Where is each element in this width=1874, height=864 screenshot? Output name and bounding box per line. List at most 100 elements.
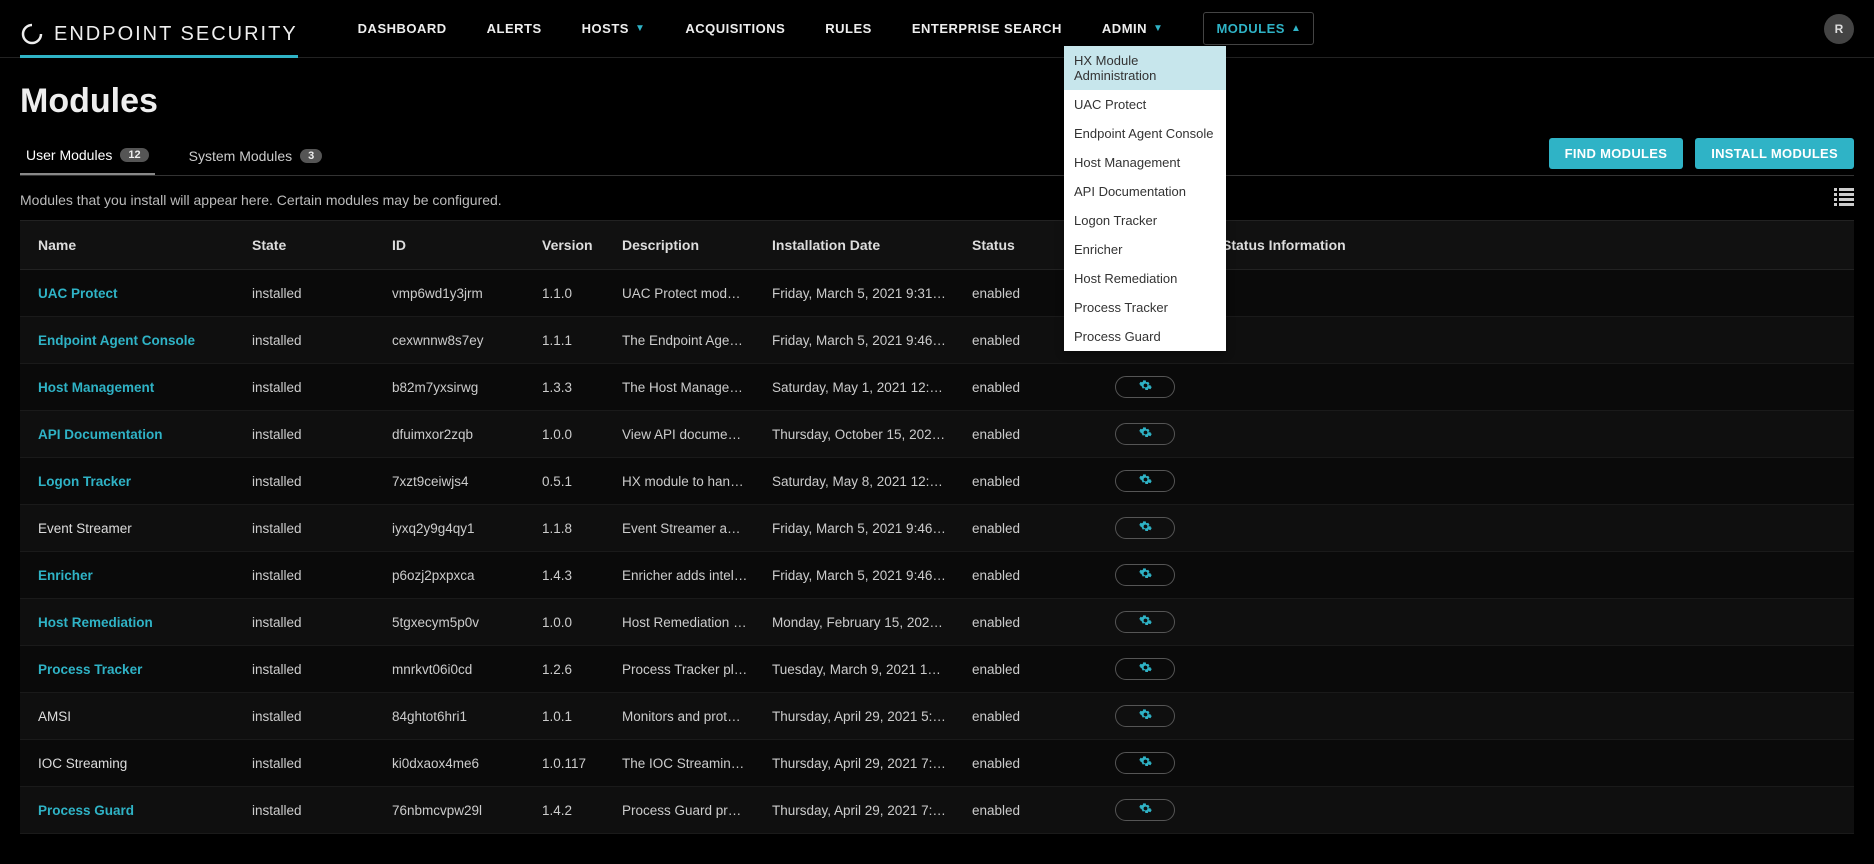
table-row: Enricherinstalledp6ozj2pxpxca1.4.3Enrich…	[20, 552, 1854, 599]
cell-id: dfuimxor2zqb	[380, 411, 530, 458]
gear-icon	[1139, 520, 1152, 536]
tab-system-modules[interactable]: System Modules 3	[183, 137, 329, 175]
th-name[interactable]: Name	[20, 221, 240, 270]
th-version[interactable]: Version	[530, 221, 610, 270]
gear-button[interactable]	[1115, 517, 1175, 539]
cell-status: enabled	[960, 646, 1080, 693]
gear-button[interactable]	[1115, 705, 1175, 727]
cell-status-info	[1210, 693, 1854, 740]
cell-status: enabled	[960, 317, 1080, 364]
nav-modules[interactable]: MODULES▲	[1203, 12, 1314, 45]
find-modules-button[interactable]: FIND MODULES	[1549, 138, 1684, 169]
cell-id: p6ozj2pxpxca	[380, 552, 530, 599]
cell-version: 1.1.1	[530, 317, 610, 364]
cell-install-date: Friday, March 5, 2021 9:46 AM G...	[760, 505, 960, 552]
dropdown-item-enricher[interactable]: Enricher	[1064, 235, 1226, 264]
module-name[interactable]: Endpoint Agent Console	[38, 333, 195, 348]
list-view-icon[interactable]	[1834, 188, 1854, 212]
module-name[interactable]: Logon Tracker	[38, 474, 131, 489]
cell-install-date: Saturday, May 1, 2021 12:37 PM ...	[760, 364, 960, 411]
cell-description: Host Remediation m...	[610, 599, 760, 646]
chevron-up-icon: ▲	[1291, 23, 1301, 34]
th-install-date[interactable]: Installation Date	[760, 221, 960, 270]
cell-install-date: Monday, February 15, 2021 10:22...	[760, 599, 960, 646]
cell-version: 1.3.3	[530, 364, 610, 411]
cell-status: enabled	[960, 787, 1080, 834]
th-status-info[interactable]: Status Information	[1210, 221, 1854, 270]
gear-button[interactable]	[1115, 423, 1175, 445]
gear-button[interactable]	[1115, 611, 1175, 633]
install-modules-button[interactable]: INSTALL MODULES	[1695, 138, 1854, 169]
cell-version: 1.0.117	[530, 740, 610, 787]
cell-status: enabled	[960, 505, 1080, 552]
nav-hosts[interactable]: HOSTS▼	[582, 21, 646, 36]
cell-install-date: Thursday, April 29, 2021 7:08 PM ...	[760, 787, 960, 834]
module-name[interactable]: Process Guard	[38, 803, 134, 818]
cell-install-date: Thursday, October 15, 2020 1:47 ...	[760, 411, 960, 458]
cell-status-info	[1210, 787, 1854, 834]
brand: ENDPOINT SECURITY	[20, 0, 298, 58]
module-name[interactable]: API Documentation	[38, 427, 163, 442]
nav-acquisitions[interactable]: ACQUISITIONS	[685, 21, 785, 36]
module-name[interactable]: UAC Protect	[38, 286, 118, 301]
nav-rules[interactable]: RULES	[825, 21, 872, 36]
th-status[interactable]: Status	[960, 221, 1080, 270]
helper-text: Modules that you install will appear her…	[20, 192, 502, 208]
gear-icon	[1139, 379, 1152, 395]
dropdown-item-endpoint-agent[interactable]: Endpoint Agent Console	[1064, 119, 1226, 148]
module-name[interactable]: Host Management	[38, 380, 154, 395]
th-id[interactable]: ID	[380, 221, 530, 270]
cell-action	[1080, 505, 1210, 552]
cell-install-date: Saturday, May 8, 2021 12:02 AM ...	[760, 458, 960, 505]
table-row: Host Managementinstalledb82m7yxsirwg1.3.…	[20, 364, 1854, 411]
table-row: Host Remediationinstalled5tgxecym5p0v1.0…	[20, 599, 1854, 646]
gear-button[interactable]	[1115, 658, 1175, 680]
dropdown-item-host-mgmt[interactable]: Host Management	[1064, 148, 1226, 177]
cell-install-date: Thursday, April 29, 2021 7:05 PM ...	[760, 740, 960, 787]
th-state[interactable]: State	[240, 221, 380, 270]
cell-action	[1080, 552, 1210, 599]
helper-row: Modules that you install will appear her…	[20, 188, 1854, 212]
cell-status: enabled	[960, 740, 1080, 787]
tab-user-modules[interactable]: User Modules 12	[20, 137, 155, 175]
cell-install-date: Friday, March 5, 2021 9:31 AM G...	[760, 270, 960, 317]
gear-button[interactable]	[1115, 752, 1175, 774]
dropdown-item-process-tracker[interactable]: Process Tracker	[1064, 293, 1226, 322]
cell-status: enabled	[960, 364, 1080, 411]
th-description[interactable]: Description	[610, 221, 760, 270]
module-name[interactable]: Process Tracker	[38, 662, 142, 677]
gear-button[interactable]	[1115, 799, 1175, 821]
nav-enterprise-search[interactable]: ENTERPRISE SEARCH	[912, 21, 1062, 36]
module-name[interactable]: Host Remediation	[38, 615, 153, 630]
gear-button[interactable]	[1115, 564, 1175, 586]
cell-status: enabled	[960, 411, 1080, 458]
tab-badge: 12	[120, 148, 148, 162]
gear-button[interactable]	[1115, 376, 1175, 398]
cell-install-date: Friday, March 5, 2021 9:46 AM G...	[760, 552, 960, 599]
dropdown-item-api-docs[interactable]: API Documentation	[1064, 177, 1226, 206]
dropdown-item-logon-tracker[interactable]: Logon Tracker	[1064, 206, 1226, 235]
brand-text: ENDPOINT SECURITY	[54, 23, 298, 46]
cell-action	[1080, 411, 1210, 458]
dropdown-item-host-remediation[interactable]: Host Remediation	[1064, 264, 1226, 293]
cell-version: 0.5.1	[530, 458, 610, 505]
nav-alerts[interactable]: ALERTS	[487, 21, 542, 36]
cell-status-info	[1210, 411, 1854, 458]
gear-button[interactable]	[1115, 470, 1175, 492]
module-name[interactable]: Enricher	[38, 568, 93, 583]
cell-status-info	[1210, 740, 1854, 787]
action-buttons: FIND MODULES INSTALL MODULES	[1549, 138, 1854, 175]
nav-admin[interactable]: ADMIN▼	[1102, 21, 1164, 36]
dropdown-item-uac-protect[interactable]: UAC Protect	[1064, 90, 1226, 119]
cell-state: installed	[240, 787, 380, 834]
cell-status-info	[1210, 552, 1854, 599]
dropdown-item-process-guard[interactable]: Process Guard	[1064, 322, 1226, 351]
cell-description: View API documentat...	[610, 411, 760, 458]
user-avatar[interactable]: R	[1824, 14, 1854, 44]
cell-state: installed	[240, 458, 380, 505]
nav-dashboard[interactable]: DASHBOARD	[358, 21, 447, 36]
cell-description: Event Streamer adds ...	[610, 505, 760, 552]
dropdown-item-hx-admin[interactable]: HX Module Administration	[1064, 46, 1226, 90]
module-name: AMSI	[38, 709, 71, 724]
gear-icon	[1139, 614, 1152, 630]
